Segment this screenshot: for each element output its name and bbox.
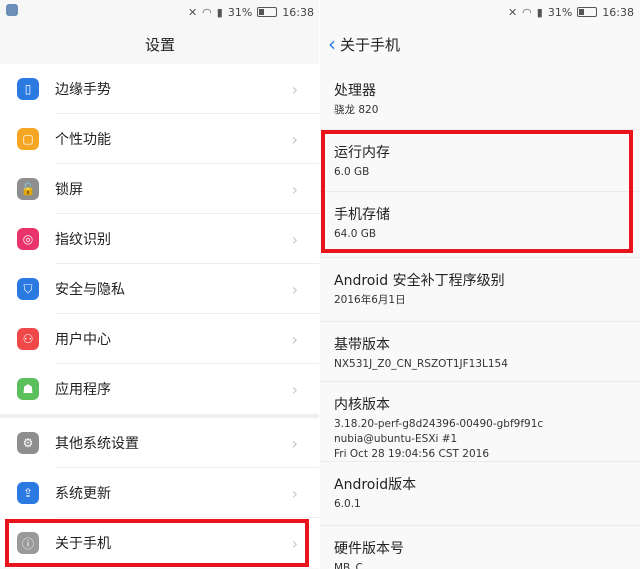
- settings-item-label: 锁屏: [55, 182, 83, 198]
- silent-icon: ✕: [187, 5, 198, 19]
- settings-item-lock[interactable]: 🔓 锁屏 ›: [0, 164, 320, 214]
- privacy-icon: ⛉: [17, 278, 39, 300]
- battery-percent: 31%: [227, 5, 253, 19]
- chevron-right-icon: ›: [291, 279, 298, 299]
- update-icon: ⇪: [17, 482, 39, 504]
- settings-item-about[interactable]: ⓘ 关于手机 ›: [0, 518, 320, 568]
- settings-item-other[interactable]: ⚙ 其他系统设置 ›: [0, 418, 320, 468]
- info-item-security-patch[interactable]: Android 安全补丁程序级别 2016年6月1日: [320, 258, 640, 322]
- settings-item-update[interactable]: ⇪ 系统更新 ›: [0, 468, 320, 518]
- settings-item-label: 个性功能: [55, 132, 111, 148]
- info-value: 64.0 GB: [334, 228, 377, 240]
- info-item-processor[interactable]: 处理器骁龙 820: [320, 64, 640, 130]
- chevron-right-icon: ›: [291, 129, 298, 149]
- info-title: 运行内存: [334, 145, 390, 161]
- clock: 16:38: [602, 5, 634, 19]
- info-title: 硬件版本号: [334, 541, 404, 557]
- back-chevron-icon[interactable]: ‹: [328, 34, 336, 54]
- settings-panel: ✕ ◠ ▮ 31% 16:38 设置 ▯ 边缘手势 › ▢ 个性功能 › 🔓 锁屏 › ◎ 指纹识别…: [0, 0, 320, 569]
- signal-icon: ▮: [216, 5, 223, 19]
- info-value: 6.0 GB: [334, 166, 370, 178]
- settings-item-gesture[interactable]: ▯ 边缘手势 ›: [0, 64, 320, 114]
- info-value: NX531J_Z0_CN_RSZOT1JF13L154: [334, 358, 508, 370]
- battery-icon: [257, 7, 278, 17]
- settings-item-privacy[interactable]: ⛉ 安全与隐私 ›: [0, 264, 320, 314]
- chevron-right-icon: ›: [291, 433, 298, 453]
- about-icon: ⓘ: [17, 532, 39, 554]
- info-item-ram[interactable]: 运行内存 6.0 GB: [320, 130, 640, 192]
- chevron-right-icon: ›: [291, 533, 298, 553]
- lock-icon: 🔓: [17, 178, 39, 200]
- info-value: 骁龙 820: [334, 104, 379, 116]
- info-value: 2016年6月1日: [334, 294, 406, 306]
- info-title: Android版本: [334, 477, 417, 493]
- settings-item-label: 边缘手势: [55, 82, 111, 98]
- settings-group-main: ▯ 边缘手势 › ▢ 个性功能 › 🔓 锁屏 › ◎ 指纹识别 › ⛉ 安全与隐私 › ⚇ 用户中心 › ☗ 应用程序…: [0, 64, 320, 414]
- chevron-right-icon: ›: [291, 79, 298, 99]
- chevron-right-icon: ›: [291, 483, 298, 503]
- info-value: nubia@ubuntu-ESXi #1: [334, 433, 458, 445]
- settings-item-fingerprint[interactable]: ◎ 指纹识别 ›: [0, 214, 320, 264]
- settings-item-user[interactable]: ⚇ 用户中心 ›: [0, 314, 320, 364]
- settings-item-label: 关于手机: [55, 536, 111, 552]
- info-title: 手机存储: [334, 207, 390, 223]
- info-title: Android 安全补丁程序级别: [334, 273, 505, 289]
- about-phone-panel: ✕ ◠ ▮ 31% 16:38 ‹ 关于手机 处理器骁龙 820 运行内存 6.0 …: [320, 0, 640, 569]
- personal-icon: ▢: [17, 128, 39, 150]
- about-info-list: 处理器骁龙 820 运行内存 6.0 GB 手机存储 64.0 GB Android 安全…: [320, 64, 640, 569]
- battery-icon: [577, 7, 598, 17]
- info-item-android-version[interactable]: Android版本 6.0.1: [320, 462, 640, 526]
- info-item-kernel[interactable]: 内核版本 3.18.20-perf-g8d24396-00490-gbf9f91c…: [320, 382, 640, 462]
- apps-icon: ☗: [17, 378, 39, 400]
- settings-item-label: 指纹识别: [55, 232, 111, 248]
- info-value: 3.18.20-perf-g8d24396-00490-gbf9f91c: [334, 418, 544, 430]
- wifi-icon: ◠: [202, 5, 212, 19]
- settings-item-apps[interactable]: ☗ 应用程序 ›: [0, 364, 320, 414]
- info-item-hardware[interactable]: 硬件版本号 MB_C: [320, 526, 640, 569]
- status-bar-right: ✕ ◠ ▮ 31% 16:38: [320, 0, 640, 24]
- user-icon: ⚇: [17, 328, 39, 350]
- about-header: ‹ 关于手机: [320, 24, 640, 64]
- battery-percent: 31%: [547, 5, 573, 19]
- settings-item-label: 用户中心: [55, 332, 111, 348]
- gesture-icon: ▯: [17, 78, 39, 100]
- info-value: 6.0.1: [334, 498, 361, 510]
- page-title: 关于手机: [340, 35, 401, 54]
- chevron-right-icon: ›: [291, 379, 298, 399]
- status-bar: ✕ ◠ ▮ 31% 16:38: [0, 0, 320, 24]
- fingerprint-icon: ◎: [17, 228, 39, 250]
- info-title: 基带版本: [334, 337, 390, 353]
- info-value: Fri Oct 28 19:04:56 CST 2016: [334, 448, 490, 460]
- settings-item-label: 系统更新: [55, 486, 111, 502]
- settings-item-label: 应用程序: [55, 382, 111, 398]
- wifi-icon: ◠: [522, 5, 532, 19]
- info-title: 处理器: [334, 83, 376, 99]
- chevron-right-icon: ›: [291, 229, 298, 249]
- settings-item-personal[interactable]: ▢ 个性功能 ›: [0, 114, 320, 164]
- settings-item-label: 安全与隐私: [55, 282, 125, 298]
- signal-icon: ▮: [536, 5, 543, 19]
- silent-icon: ✕: [507, 5, 518, 19]
- chevron-right-icon: ›: [291, 179, 298, 199]
- settings-header: 设置: [0, 24, 320, 64]
- settings-item-label: 其他系统设置: [55, 436, 139, 452]
- chevron-right-icon: ›: [291, 329, 298, 349]
- info-item-baseband[interactable]: 基带版本 NX531J_Z0_CN_RSZOT1JF13L154: [320, 322, 640, 382]
- settings-group-system: ⚙ 其他系统设置 › ⇪ 系统更新 › ⓘ 关于手机 ›: [0, 418, 320, 568]
- info-title: 内核版本: [334, 397, 390, 413]
- clock: 16:38: [282, 5, 314, 19]
- other-icon: ⚙: [17, 432, 39, 454]
- page-title: 设置: [144, 35, 175, 54]
- info-item-storage[interactable]: 手机存储 64.0 GB: [320, 192, 640, 258]
- notification-app-icon: [6, 4, 18, 16]
- info-value: MB_C: [334, 562, 363, 569]
